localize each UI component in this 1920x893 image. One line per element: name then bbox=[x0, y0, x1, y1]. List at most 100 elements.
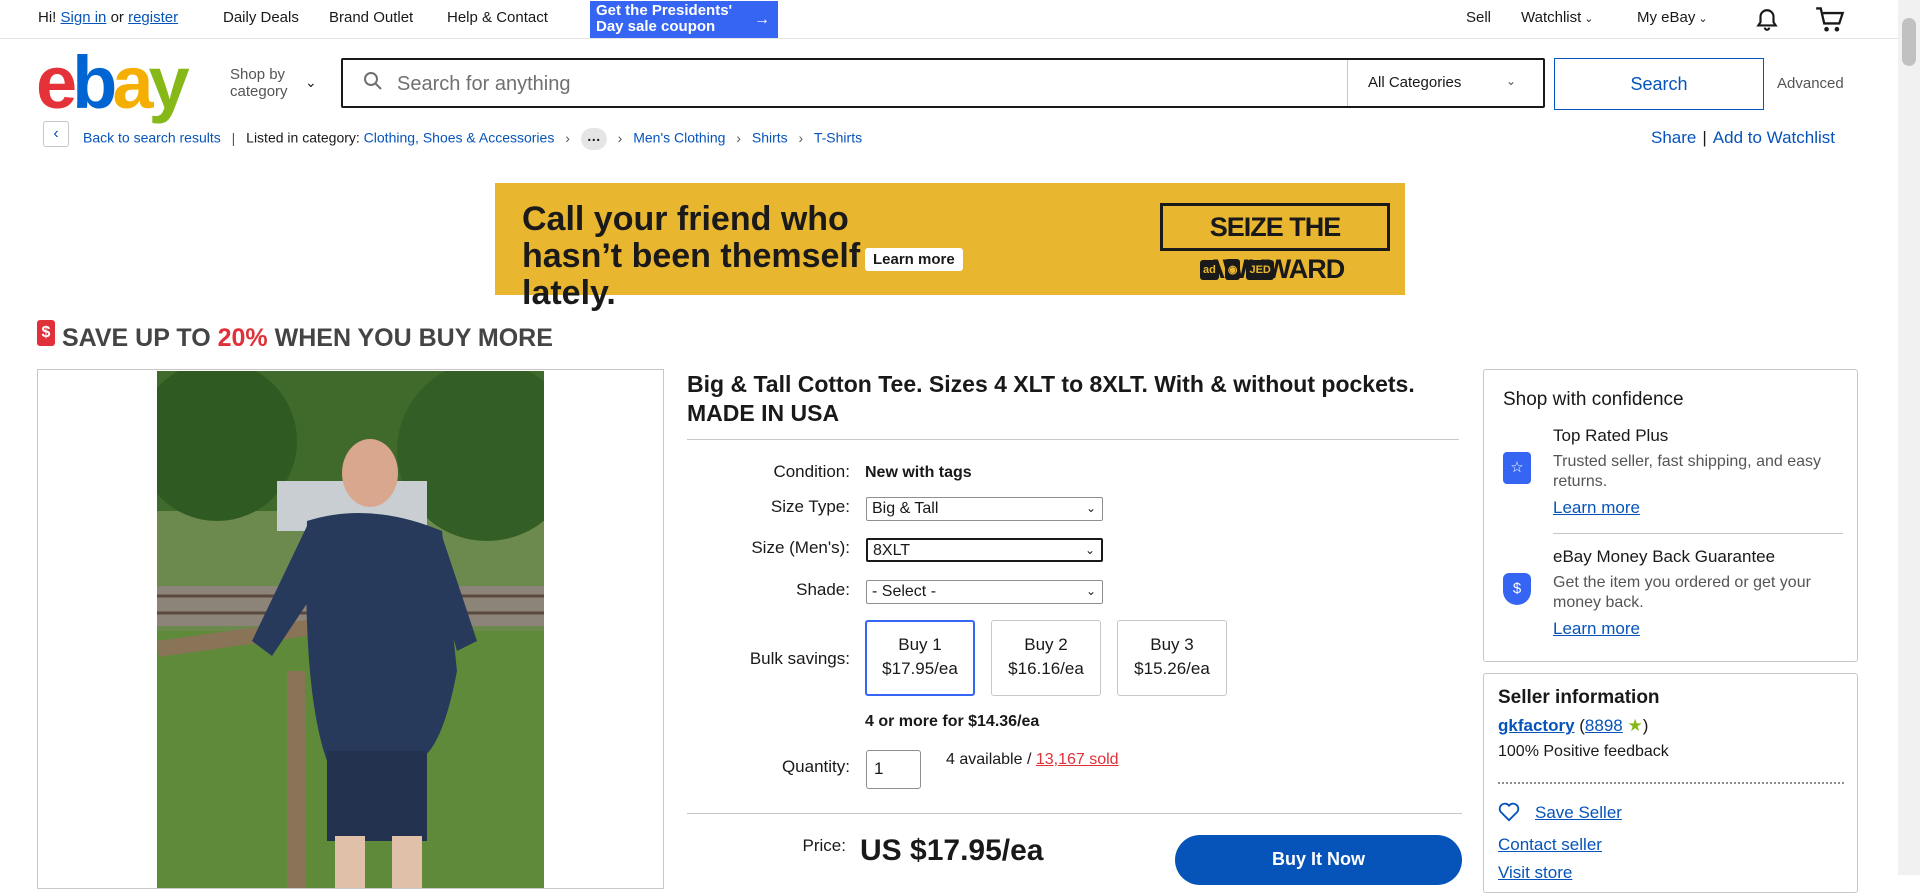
shade-select[interactable]: - Select - ⌄ bbox=[866, 580, 1103, 604]
arrow-right-icon: → bbox=[754, 11, 770, 28]
register-link[interactable]: register bbox=[128, 9, 178, 26]
chevron-right-icon: › bbox=[565, 129, 570, 146]
ad-banner[interactable]: Call your friend who hasn’t been themsel… bbox=[495, 183, 1405, 312]
lifebuoy-icon: ◉ bbox=[1224, 259, 1241, 280]
contact-seller-link[interactable]: Contact seller bbox=[1498, 835, 1602, 855]
breadcrumb-item[interactable]: T-Shirts bbox=[814, 130, 862, 146]
shield-dollar-icon: $ bbox=[1503, 573, 1531, 605]
shopping-cart-icon[interactable] bbox=[1815, 6, 1845, 34]
save-banner: SAVE UP TO 20% WHEN YOU BUY MORE bbox=[62, 324, 553, 352]
star-icon: ★ bbox=[1627, 716, 1643, 735]
divider bbox=[1553, 533, 1843, 534]
promo-text: Get the Presidents' Day sale coupon bbox=[596, 2, 733, 35]
chevron-down-icon: ⌄ bbox=[1584, 13, 1594, 25]
share-link[interactable]: Share bbox=[1651, 128, 1696, 147]
sell-link[interactable]: Sell bbox=[1466, 9, 1491, 26]
size-type-select[interactable]: Big & Tall ⌄ bbox=[866, 497, 1103, 521]
condition-label: Condition: bbox=[773, 462, 850, 481]
visit-store-link[interactable]: Visit store bbox=[1498, 863, 1572, 883]
product-image-panel[interactable] bbox=[37, 369, 664, 889]
notification-bell-icon[interactable] bbox=[1754, 7, 1780, 33]
more-icon[interactable]: … bbox=[580, 128, 607, 150]
chevron-right-icon: › bbox=[736, 129, 741, 146]
price-value: US $17.95/ea bbox=[860, 834, 1044, 867]
back-to-results-link[interactable]: Back to search results bbox=[83, 130, 221, 146]
sign-in-link[interactable]: Sign in bbox=[61, 9, 107, 26]
positive-feedback: 100% Positive feedback bbox=[1498, 743, 1669, 760]
seller-info-title: Seller information bbox=[1498, 687, 1660, 708]
star-badge-icon: ☆ bbox=[1503, 452, 1531, 484]
feedback-score-link[interactable]: 8898 bbox=[1585, 716, 1623, 735]
feature-title: eBay Money Back Guarantee bbox=[1553, 547, 1776, 566]
help-contact-link[interactable]: Help & Contact bbox=[447, 9, 548, 26]
watchlist-menu[interactable]: Watchlist ⌄ bbox=[1521, 9, 1594, 26]
breadcrumb-item[interactable]: Clothing, Shoes & Accessories bbox=[364, 130, 555, 146]
back-button[interactable]: ‹ bbox=[43, 121, 69, 147]
bulk-more-note: 4 or more for $14.36/ea bbox=[865, 713, 1040, 730]
my-ebay-menu[interactable]: My eBay ⌄ bbox=[1637, 9, 1708, 26]
save-seller-link[interactable]: Save Seller bbox=[1535, 803, 1622, 823]
search-button[interactable]: Search bbox=[1554, 58, 1764, 110]
learn-more-link[interactable]: Learn more bbox=[1553, 619, 1640, 639]
chevron-right-icon: › bbox=[798, 129, 804, 146]
ad-org-logos: ad ◉ JED bbox=[1200, 259, 1280, 280]
search-icon bbox=[364, 72, 382, 90]
chevron-left-icon: ‹ bbox=[53, 125, 59, 142]
daily-deals-link[interactable]: Daily Deals bbox=[223, 9, 299, 26]
product-title: Big & Tall Cotton Tee. Sizes 4 XLT to 8X… bbox=[687, 371, 1415, 426]
ad-campaign-logo: SEIZE THE AWKWARD bbox=[1160, 203, 1390, 284]
search-bar: All Categories⌄ bbox=[341, 58, 1545, 108]
feature-title: Top Rated Plus bbox=[1553, 426, 1669, 445]
divider bbox=[687, 439, 1459, 440]
brand-outlet-link[interactable]: Brand Outlet bbox=[329, 9, 413, 26]
breadcrumb-item[interactable]: Shirts bbox=[752, 130, 788, 146]
product-photo bbox=[157, 371, 544, 888]
buy-it-now-button[interactable]: Buy It Now bbox=[1175, 835, 1462, 885]
chevron-right-icon: › bbox=[617, 129, 623, 146]
availability: 4 available / 13,167 sold bbox=[946, 751, 1119, 768]
size-type-label: Size Type: bbox=[770, 497, 850, 516]
seller-name-row: gkfactory (8898 ★) bbox=[1498, 716, 1649, 735]
size-label: Size (Men's): bbox=[751, 538, 850, 557]
greeting: Hi! Sign in or register bbox=[38, 9, 179, 26]
shop-by-category-button[interactable]: Shop by category bbox=[230, 66, 288, 100]
feature-desc: Trusted seller, fast shipping, and easy … bbox=[1553, 453, 1821, 490]
promo-banner[interactable]: Get the Presidents' Day sale coupon → bbox=[590, 1, 778, 38]
divider bbox=[687, 813, 1462, 814]
category-select[interactable]: All Categories ⌄ bbox=[1347, 60, 1544, 106]
chevron-down-icon: ⌄ bbox=[1085, 501, 1096, 515]
chevron-down-icon: ⌄ bbox=[1085, 584, 1096, 598]
shop-with-confidence-card: Shop with confidence ☆ Top Rated Plus Tr… bbox=[1483, 369, 1858, 662]
seller-information-card: Seller information gkfactory (8898 ★) 10… bbox=[1483, 673, 1858, 893]
top-nav: Hi! Sign in or register Daily Deals Bran… bbox=[0, 0, 1898, 39]
quantity-input[interactable]: 1 bbox=[866, 750, 921, 789]
chevron-down-icon: ⌄ bbox=[1698, 13, 1708, 25]
learn-more-link[interactable]: Learn more bbox=[1553, 498, 1640, 518]
add-to-watchlist-link[interactable]: Add to Watchlist bbox=[1713, 128, 1835, 147]
breadcrumb-item[interactable]: Men's Clothing bbox=[633, 130, 725, 146]
condition-value: New with tags bbox=[865, 464, 972, 481]
breadcrumb: Back to search results | Listed in categ… bbox=[83, 128, 862, 150]
scrollbar-thumb[interactable] bbox=[1902, 18, 1916, 66]
advanced-search-link[interactable]: Advanced bbox=[1777, 75, 1844, 92]
bulk-option-buy-3[interactable]: Buy 3 $15.26/ea bbox=[1117, 620, 1227, 696]
size-select[interactable]: 8XLT ⌄ bbox=[866, 538, 1103, 562]
bulk-option-buy-2[interactable]: Buy 2 $16.16/ea bbox=[991, 620, 1101, 696]
shade-label: Shade: bbox=[796, 580, 850, 599]
page-scrollbar[interactable] bbox=[1898, 0, 1920, 875]
price-tag-icon: $ bbox=[37, 320, 55, 346]
bulk-option-buy-1[interactable]: Buy 1 $17.95/ea bbox=[865, 620, 975, 696]
divider bbox=[1498, 782, 1844, 784]
quantity-label: Quantity: bbox=[781, 757, 850, 776]
chevron-down-icon: ⌄ bbox=[1505, 74, 1516, 88]
sold-count-link[interactable]: 13,167 sold bbox=[1036, 751, 1119, 768]
search-input[interactable] bbox=[395, 70, 1179, 98]
listed-in-label: Listed in category: bbox=[246, 129, 360, 146]
chevron-down-icon: ⌄ bbox=[305, 74, 317, 90]
ad-learn-more-button[interactable]: Learn more bbox=[865, 248, 963, 271]
ebay-logo[interactable]: ebay bbox=[36, 46, 190, 120]
price-label: Price: bbox=[802, 836, 846, 855]
share-watchlist-links: Share | Add to Watchlist bbox=[1651, 128, 1835, 147]
confidence-title: Shop with confidence bbox=[1503, 389, 1684, 410]
seller-name-link[interactable]: gkfactory bbox=[1498, 716, 1575, 735]
